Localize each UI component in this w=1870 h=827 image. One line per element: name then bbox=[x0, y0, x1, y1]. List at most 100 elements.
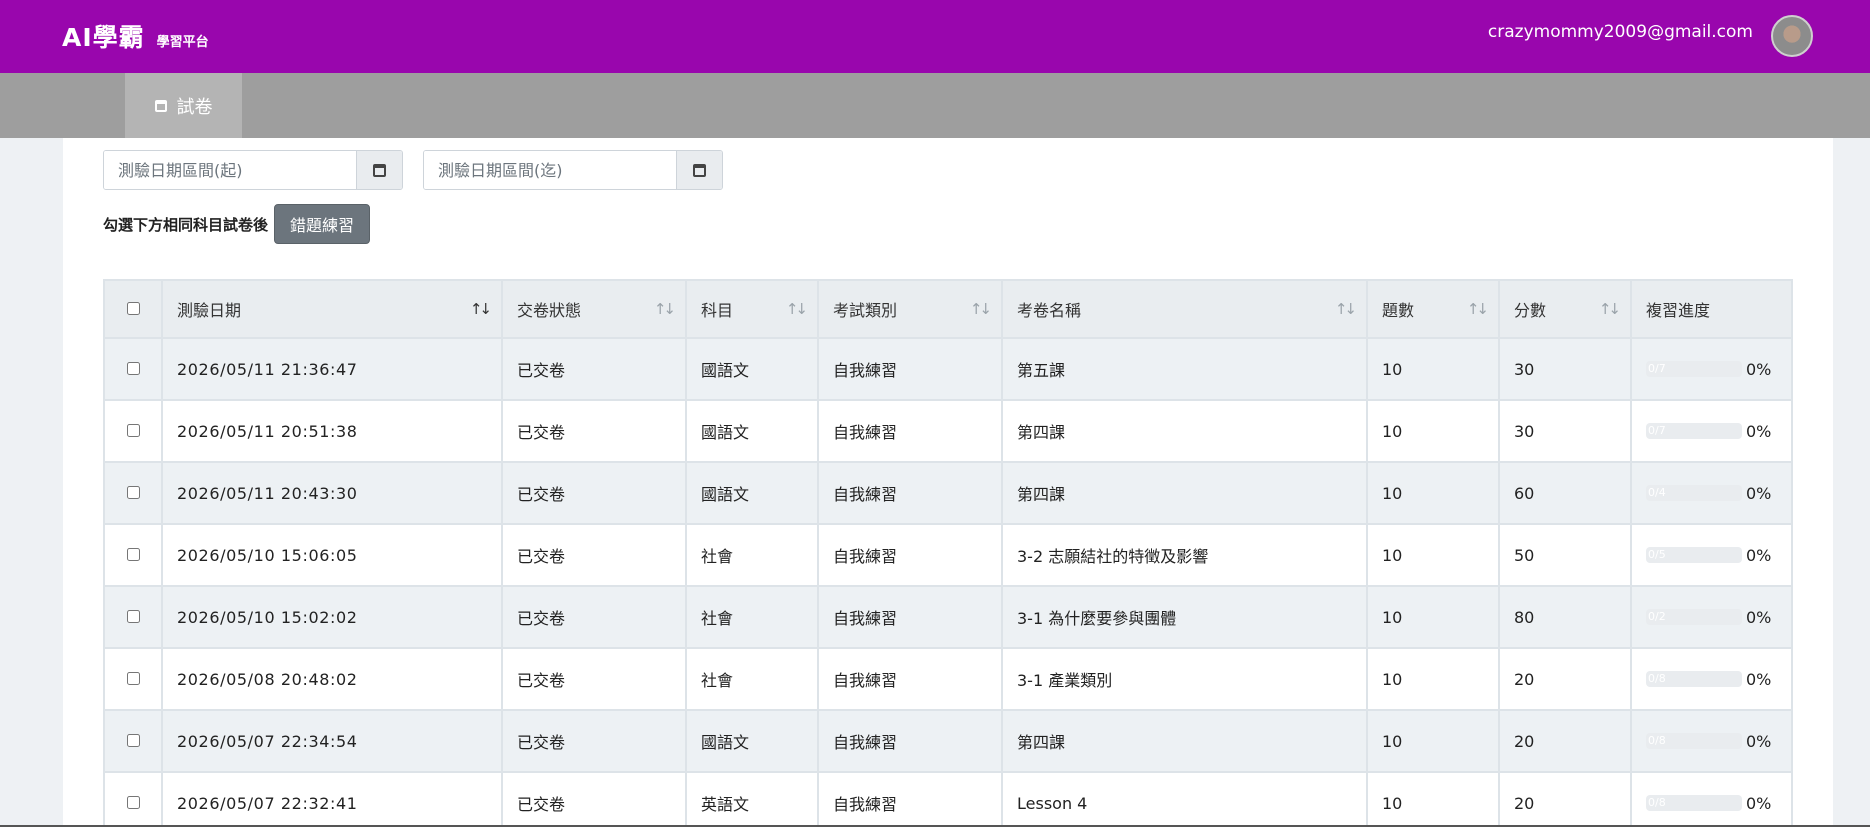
date-from-picker-button[interactable] bbox=[356, 151, 402, 189]
tab-exams[interactable]: 試卷 bbox=[125, 73, 242, 138]
date-to-input[interactable] bbox=[424, 151, 676, 189]
cell-date: 2026/05/10 15:02:02 bbox=[161, 585, 503, 649]
column-label: 分數 bbox=[1514, 301, 1547, 320]
progress-bar: 0/7 bbox=[1646, 361, 1742, 377]
brand-logo[interactable]: AI學霸 學習平台 bbox=[62, 18, 209, 54]
column-header-subject[interactable]: 科目 ↑↓ bbox=[685, 279, 819, 339]
column-header-date[interactable]: 測驗日期 ↑↓ bbox=[161, 279, 503, 339]
row-checkbox[interactable] bbox=[126, 361, 140, 375]
table-row[interactable]: 2026/05/10 15:06:05 已交卷 社會 自我練習 3-2 志願結社的特徵及… bbox=[103, 523, 1793, 587]
progress-bar: 0/7 bbox=[1646, 423, 1742, 439]
cell-status: 已交卷 bbox=[501, 523, 687, 587]
date-from-group bbox=[103, 150, 403, 190]
table-body: 2026/05/11 21:36:47 已交卷 國語文 自我練習 第五課 10 30 0/7 0… bbox=[103, 337, 1793, 827]
table-row[interactable]: 2026/05/07 22:32:41 已交卷 英語文 自我練習 Lesson 4 10 2… bbox=[103, 771, 1793, 827]
wrong-question-practice-button[interactable]: 錯題練習 bbox=[274, 204, 371, 244]
cell-subject: 社會 bbox=[685, 523, 819, 587]
row-checkbox[interactable] bbox=[126, 795, 140, 809]
date-to-picker-button[interactable] bbox=[676, 151, 722, 189]
cell-category: 自我練習 bbox=[817, 337, 1003, 401]
sort-icon[interactable]: ↑↓ bbox=[470, 300, 492, 318]
avatar[interactable] bbox=[1771, 15, 1813, 57]
progress-bar: 0/8 bbox=[1646, 795, 1742, 811]
table-row[interactable]: 2026/05/10 15:02:02 已交卷 社會 自我練習 3-1 為什麼要參與團體… bbox=[103, 585, 1793, 649]
column-header-question-count[interactable]: 題數 ↑↓ bbox=[1366, 279, 1500, 339]
progress-percent: 0% bbox=[1746, 731, 1772, 751]
exam-table: 測驗日期 ↑↓ 交卷狀態 ↑↓ 科目 ↑↓ 考試類別 ↑↓ 考卷名稱 ↑↓ 題數 ↑↓ 分數… bbox=[103, 279, 1793, 827]
cell-score: 60 bbox=[1498, 461, 1632, 525]
sort-icon[interactable]: ↑↓ bbox=[1467, 300, 1489, 318]
column-header-status[interactable]: 交卷狀態 ↑↓ bbox=[501, 279, 687, 339]
sort-icon[interactable]: ↑↓ bbox=[1335, 300, 1357, 318]
cell-score: 30 bbox=[1498, 337, 1632, 401]
progress-label: 0/2 bbox=[1648, 610, 1666, 623]
row-checkbox[interactable] bbox=[126, 547, 140, 561]
row-select-cell bbox=[103, 585, 163, 649]
cell-status: 已交卷 bbox=[501, 399, 687, 463]
cell-question-count: 10 bbox=[1366, 585, 1500, 649]
row-checkbox[interactable] bbox=[126, 423, 140, 437]
brand-subtitle: 學習平台 bbox=[156, 35, 209, 50]
select-all-checkbox[interactable] bbox=[126, 301, 140, 315]
progress-percent: 0% bbox=[1746, 421, 1772, 441]
cell-score: 20 bbox=[1498, 771, 1632, 827]
cell-score: 80 bbox=[1498, 585, 1632, 649]
cell-exam-name[interactable]: 第四課 bbox=[1001, 399, 1368, 463]
cell-date: 2026/05/07 22:34:54 bbox=[161, 709, 503, 773]
row-select-cell bbox=[103, 337, 163, 401]
cell-date: 2026/05/11 21:36:47 bbox=[161, 337, 503, 401]
column-header-review-progress: 複習進度 bbox=[1630, 279, 1793, 339]
cell-exam-name[interactable]: 第四課 bbox=[1001, 709, 1368, 773]
cell-subject: 國語文 bbox=[685, 337, 819, 401]
column-label: 複習進度 bbox=[1646, 301, 1711, 320]
column-header-exam-name[interactable]: 考卷名稱 ↑↓ bbox=[1001, 279, 1368, 339]
row-checkbox[interactable] bbox=[126, 733, 140, 747]
table-row[interactable]: 2026/05/08 20:48:02 已交卷 社會 自我練習 3-1 產業類別 10 20… bbox=[103, 647, 1793, 711]
sort-icon[interactable]: ↑↓ bbox=[970, 300, 992, 318]
column-header-score[interactable]: 分數 ↑↓ bbox=[1498, 279, 1632, 339]
cell-exam-name[interactable]: 3-1 產業類別 bbox=[1001, 647, 1368, 711]
column-label: 題數 bbox=[1382, 301, 1415, 320]
sort-icon[interactable]: ↑↓ bbox=[1599, 300, 1621, 318]
progress-label: 0/5 bbox=[1648, 548, 1666, 561]
progress-label: 0/7 bbox=[1648, 362, 1666, 375]
date-from-input[interactable] bbox=[104, 151, 356, 189]
cell-subject: 社會 bbox=[685, 647, 819, 711]
cell-subject: 國語文 bbox=[685, 709, 819, 773]
user-email[interactable]: crazymommy2009@gmail.com bbox=[1488, 22, 1753, 42]
cell-subject: 英語文 bbox=[685, 771, 819, 827]
progress-percent: 0% bbox=[1746, 793, 1772, 813]
cell-exam-name[interactable]: 3-1 為什麼要參與團體 bbox=[1001, 585, 1368, 649]
progress-percent: 0% bbox=[1746, 669, 1772, 689]
cell-review-progress: 0/2 0% bbox=[1630, 585, 1793, 649]
progress-label: 0/8 bbox=[1648, 672, 1666, 685]
row-checkbox[interactable] bbox=[126, 671, 140, 685]
progress-bar: 0/8 bbox=[1646, 671, 1742, 687]
date-to-group bbox=[423, 150, 723, 190]
table-row[interactable]: 2026/05/11 21:36:47 已交卷 國語文 自我練習 第五課 10 30 0/7 0… bbox=[103, 337, 1793, 401]
cell-date: 2026/05/08 20:48:02 bbox=[161, 647, 503, 711]
column-label: 測驗日期 bbox=[177, 301, 242, 320]
progress-percent: 0% bbox=[1746, 607, 1772, 627]
table-row[interactable]: 2026/05/07 22:34:54 已交卷 國語文 自我練習 第四課 10 20 0/8 0… bbox=[103, 709, 1793, 773]
cell-review-progress: 0/8 0% bbox=[1630, 647, 1793, 711]
cell-status: 已交卷 bbox=[501, 771, 687, 827]
table-row[interactable]: 2026/05/11 20:51:38 已交卷 國語文 自我練習 第四課 10 30 0/7 0… bbox=[103, 399, 1793, 463]
column-header-category[interactable]: 考試類別 ↑↓ bbox=[817, 279, 1003, 339]
cell-subject: 國語文 bbox=[685, 461, 819, 525]
row-checkbox[interactable] bbox=[126, 485, 140, 499]
progress-label: 0/8 bbox=[1648, 734, 1666, 747]
cell-exam-name[interactable]: 3-2 志願結社的特徵及影響 bbox=[1001, 523, 1368, 587]
row-checkbox[interactable] bbox=[126, 609, 140, 623]
cell-exam-name[interactable]: 第四課 bbox=[1001, 461, 1368, 525]
column-label: 交卷狀態 bbox=[517, 301, 582, 320]
cell-status: 已交卷 bbox=[501, 647, 687, 711]
cell-score: 30 bbox=[1498, 399, 1632, 463]
cell-exam-name[interactable]: 第五課 bbox=[1001, 337, 1368, 401]
sort-icon[interactable]: ↑↓ bbox=[654, 300, 676, 318]
cell-review-progress: 0/8 0% bbox=[1630, 771, 1793, 827]
table-row[interactable]: 2026/05/11 20:43:30 已交卷 國語文 自我練習 第四課 10 60 0/4 0… bbox=[103, 461, 1793, 525]
cell-exam-name[interactable]: Lesson 4 bbox=[1001, 771, 1368, 827]
sort-icon[interactable]: ↑↓ bbox=[786, 300, 808, 318]
row-select-cell bbox=[103, 461, 163, 525]
